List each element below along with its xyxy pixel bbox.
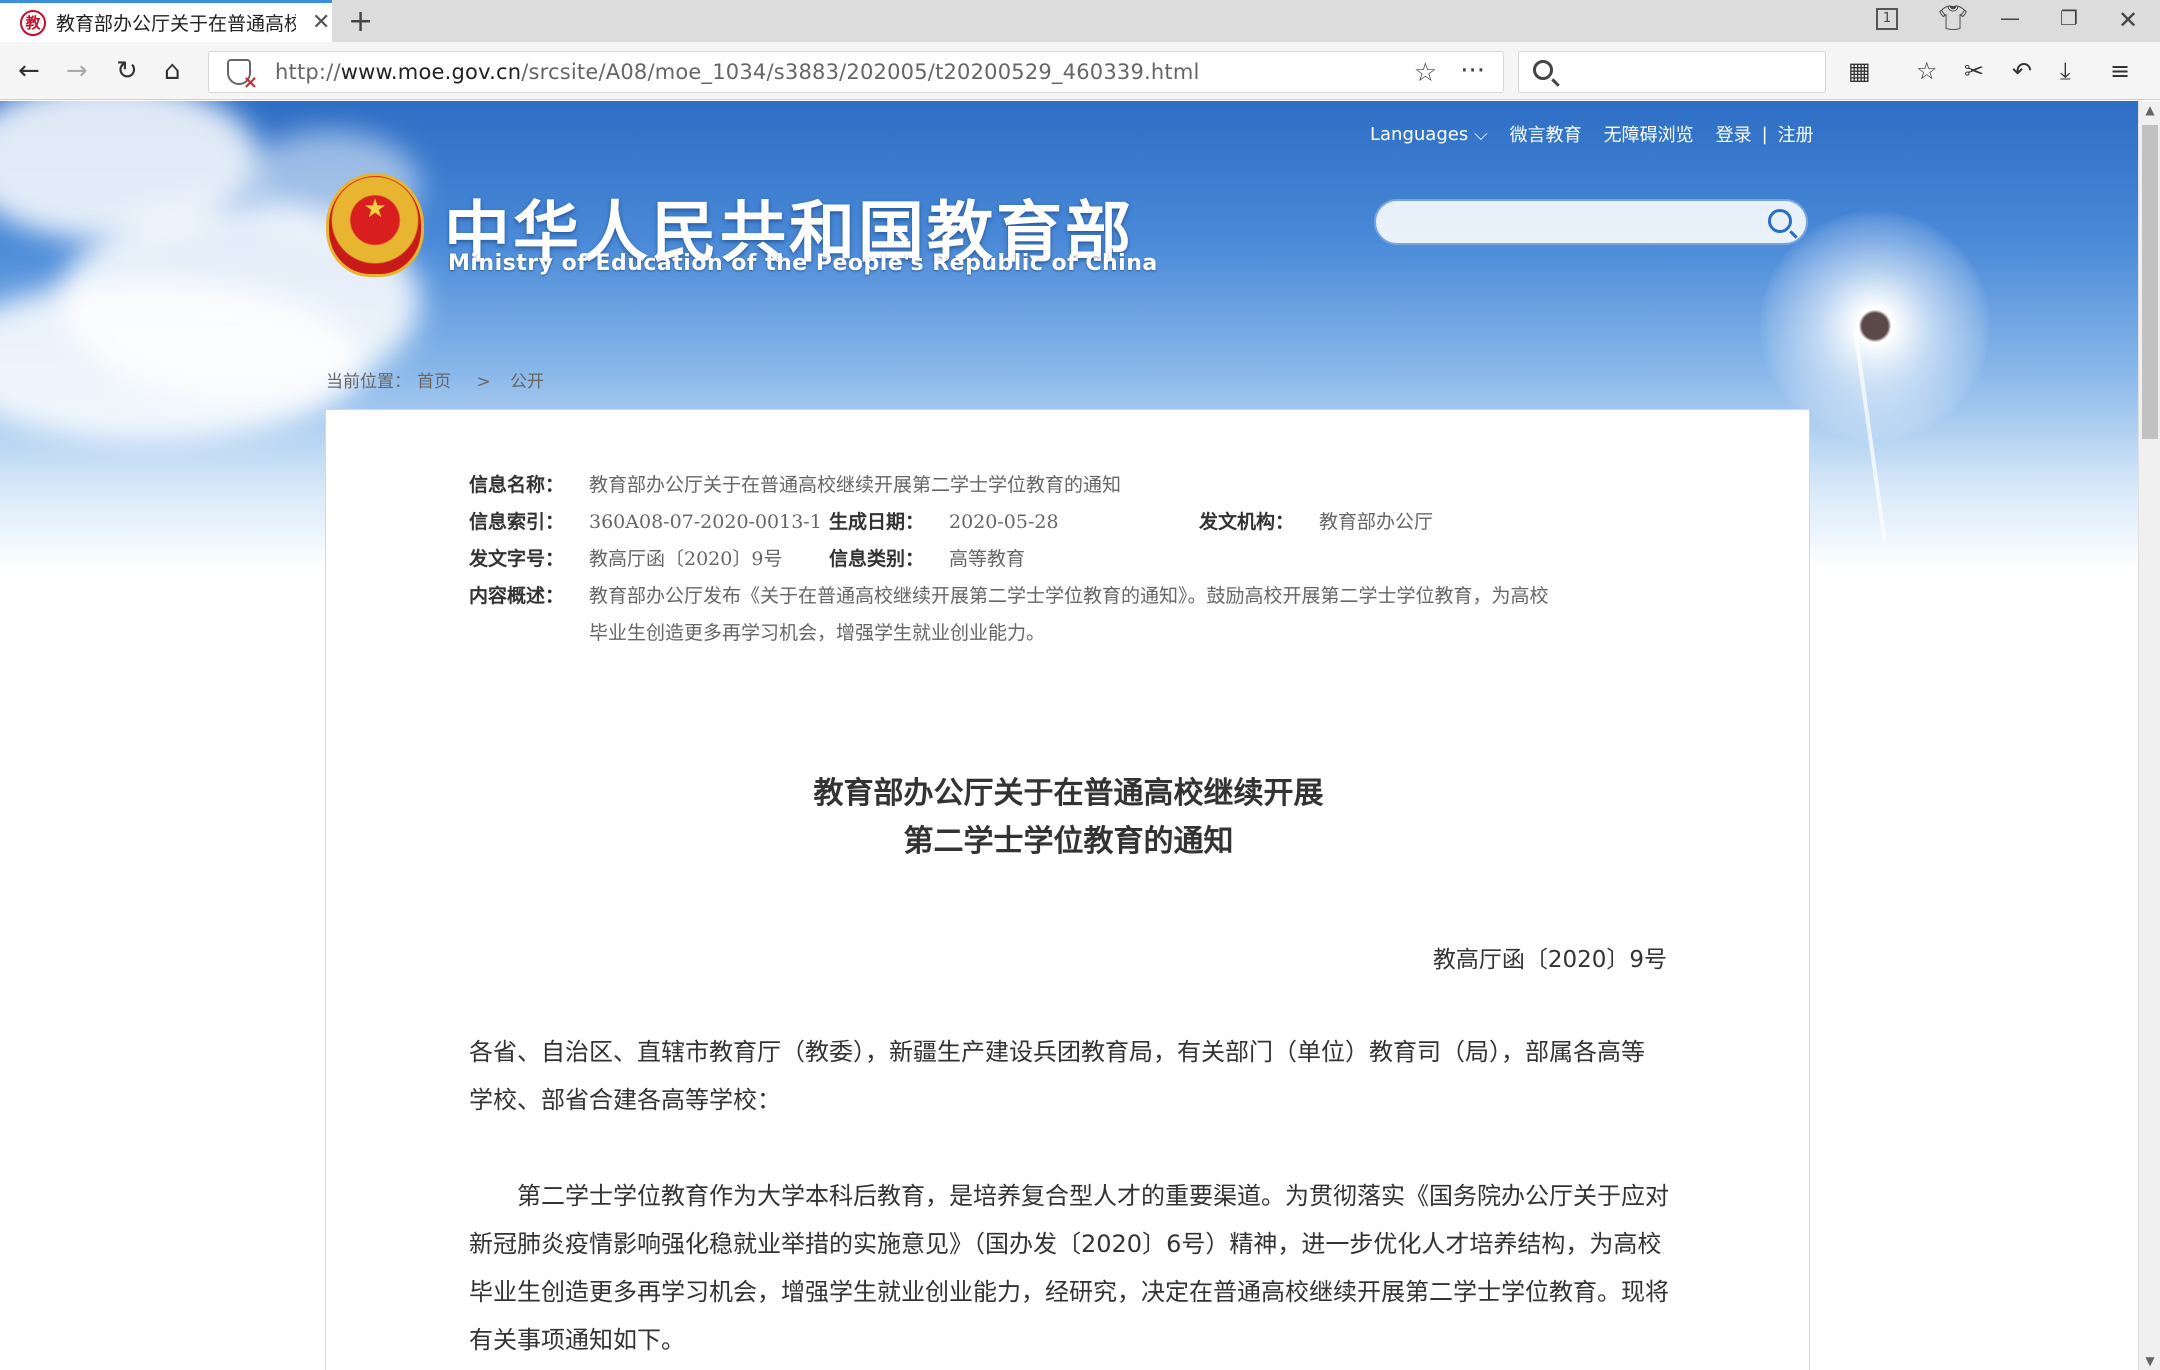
insecure-shield-icon[interactable]	[227, 59, 258, 93]
address-bar[interactable]: http://www.moe.gov.cn/srcsite/A08/moe_10…	[208, 51, 1504, 93]
home-icon[interactable]: ⌂	[164, 56, 181, 86]
paragraph-line: 学校、部省合建各高等学校：	[469, 1086, 781, 1114]
scroll-up-icon[interactable]: ▲	[2139, 103, 2160, 117]
meta-date-label: 生成日期：	[829, 511, 925, 533]
breadcrumb: 当前位置： 首页 > 公开	[326, 367, 550, 392]
meta-summary-line: 毕业生创造更多再学习机会，增强学生就业创业能力。	[589, 622, 1046, 644]
site-search-input[interactable]	[1374, 199, 1808, 245]
favorites-list-icon[interactable]: ☆	[1916, 56, 1938, 86]
body-paragraph: 第二学士学位教育作为大学本科后教育，是培养复合型人才的重要渠道。为贯彻落实《国务…	[469, 1172, 1669, 1364]
languages-link[interactable]: Languages ⌵	[1370, 124, 1488, 145]
meta-name-label: 信息名称：	[469, 474, 565, 496]
meta-row-summary-cont: 毕业生创造更多再学习机会，增强学生就业创业能力。	[589, 618, 1045, 648]
new-tab-plus-icon[interactable]: +	[348, 4, 373, 39]
more-dots-icon[interactable]: ···	[1460, 56, 1485, 86]
bookmark-star-icon[interactable]: ☆	[1414, 58, 1437, 88]
reload-icon[interactable]: ↻	[116, 56, 138, 86]
restore-window-icon[interactable]: ❐	[2060, 6, 2078, 30]
scroll-down-icon[interactable]: ▼	[2139, 1354, 2160, 1368]
download-icon[interactable]: ⤓	[2060, 56, 2071, 86]
national-emblem-icon: ★	[326, 173, 424, 277]
undo-icon[interactable]: ↶	[2012, 56, 2032, 86]
url-text[interactable]: http://www.moe.gov.cn/srcsite/A08/moe_10…	[275, 60, 1200, 84]
site-title-english[interactable]: Ministry of Education of the People's Re…	[448, 251, 1158, 276]
tab-close-icon[interactable]: ✕	[312, 10, 330, 35]
article-container: 信息名称： 教育部办公厅关于在普通高校继续开展第二学士学位教育的通知 信息索引： 3…	[325, 409, 1810, 1370]
search-icon	[1533, 60, 1553, 80]
document-title-line: 第二学士学位教育的通知	[903, 824, 1234, 859]
meta-category-label: 信息类别：	[829, 548, 925, 570]
web-page: Languages ⌵ 微言教育 无障碍浏览 登录 | 注册 ★ 中华人民共和国…	[0, 101, 2138, 1370]
breadcrumb-current-link[interactable]: 公开	[510, 372, 544, 392]
meta-row-index: 信息索引： 360A08-07-2020-0013-1 生成日期： 2020-05-2…	[469, 507, 1433, 537]
close-window-icon[interactable]: ✕	[2118, 6, 2138, 34]
shirt-skin-icon[interactable]: 👕︎	[1938, 4, 1968, 32]
apps-grid-icon[interactable]: ▦	[1848, 56, 1871, 86]
browser-nav-bar: ← → ↻ ⌂ http://www.moe.gov.cn/srcsite/A0…	[0, 42, 2160, 100]
page-scrollbar[interactable]: ▲ ▼	[2138, 101, 2160, 1370]
register-link[interactable]: 注册	[1778, 121, 1814, 147]
weiyan-link[interactable]: 微言教育	[1510, 121, 1582, 147]
meta-index-value: 360A08-07-2020-0013-1	[589, 511, 822, 533]
meta-row-docno: 发文字号： 教高厅函〔2020〕9号 信息类别： 高等教育	[469, 544, 1025, 574]
meta-org-value: 教育部办公厅	[1319, 511, 1434, 533]
browser-tab-bar: 教 教育部办公厅关于在普通高校 ✕ + 1 👕︎ — ❐ ✕	[0, 0, 2160, 42]
meta-summary-line: 教育部办公厅发布《关于在普通高校继续开展第二学士学位教育的通知》。鼓励高校开展第…	[589, 585, 1549, 607]
site-favicon-icon: 教	[20, 9, 46, 36]
document-number: 教高厅函〔2020〕9号	[1432, 947, 1667, 973]
tab-title: 教育部办公厅关于在普通高校	[56, 13, 296, 35]
login-link[interactable]: 登录	[1716, 121, 1752, 147]
paragraph-line: 有关事项通知如下。	[469, 1326, 685, 1354]
menu-icon[interactable]: ≡	[2110, 56, 2130, 86]
paragraph-line: 各省、自治区、直辖市教育厅（教委），新疆生产建设兵团教育局，有关部门（单位）教育…	[469, 1038, 1645, 1066]
site-search-icon[interactable]	[1768, 209, 1792, 233]
meta-index-label: 信息索引：	[469, 511, 565, 533]
meta-name-value: 教育部办公厅关于在普通高校继续开展第二学士学位教育的通知	[589, 474, 1122, 496]
meta-category-value: 高等教育	[949, 548, 1026, 570]
document-title-line: 教育部办公厅关于在普通高校继续开展	[813, 776, 1324, 811]
meta-row-summary: 内容概述： 教育部办公厅发布《关于在普通高校继续开展第二学士学位教育的通知》。鼓励…	[469, 581, 1549, 611]
emblem-star-icon: ★	[363, 194, 387, 224]
meta-summary-label: 内容概述：	[469, 585, 565, 607]
meta-row-name: 信息名称： 教育部办公厅关于在普通高校继续开展第二学士学位教育的通知	[469, 470, 1121, 500]
meta-date-value: 2020-05-28	[949, 511, 1059, 533]
link-separator: |	[1761, 123, 1768, 145]
top-links: Languages ⌵ 微言教育 无障碍浏览 登录 | 注册	[1370, 121, 1836, 147]
browser-tab-active[interactable]: 教 教育部办公厅关于在普通高校 ✕	[0, 0, 332, 42]
document-title: 教育部办公厅关于在普通高校继续开展 第二学士学位教育的通知	[326, 770, 1811, 866]
minimize-icon[interactable]: —	[2000, 6, 2020, 30]
forward-arrow-icon[interactable]: →	[66, 56, 88, 86]
accessible-browse-link[interactable]: 无障碍浏览	[1604, 121, 1694, 147]
salutation-paragraph: 各省、自治区、直辖市教育厅（教委），新疆生产建设兵团教育局，有关部门（单位）教育…	[469, 1028, 1669, 1124]
tab-count-icon[interactable]: 1	[1876, 8, 1898, 30]
paragraph-line: 第二学士学位教育作为大学本科后教育，是培养复合型人才的重要渠道。为贯彻落实《国务…	[517, 1182, 1669, 1210]
meta-org-label: 发文机构：	[1199, 511, 1295, 533]
scrollbar-thumb[interactable]	[2142, 125, 2158, 439]
browser-search-input[interactable]	[1518, 51, 1826, 93]
breadcrumb-home-link[interactable]: 首页	[417, 372, 451, 392]
scissors-icon[interactable]: ✂	[1964, 56, 1984, 86]
breadcrumb-prefix: 当前位置：	[326, 372, 411, 392]
paragraph-line: 毕业生创造更多再学习机会，增强学生就业创业能力，经研究，决定在普通高校继续开展第…	[469, 1278, 1669, 1306]
meta-docno-label: 发文字号：	[469, 548, 565, 570]
dandelion-decoration	[1760, 211, 1990, 441]
meta-docno-value: 教高厅函〔2020〕9号	[589, 548, 783, 570]
paragraph-line: 新冠肺炎疫情影响强化稳就业举措的实施意见》（国办发〔2020〕6号）精神，进一步…	[469, 1230, 1662, 1258]
back-arrow-icon[interactable]: ←	[18, 56, 40, 86]
breadcrumb-arrow-icon: >	[476, 372, 491, 392]
